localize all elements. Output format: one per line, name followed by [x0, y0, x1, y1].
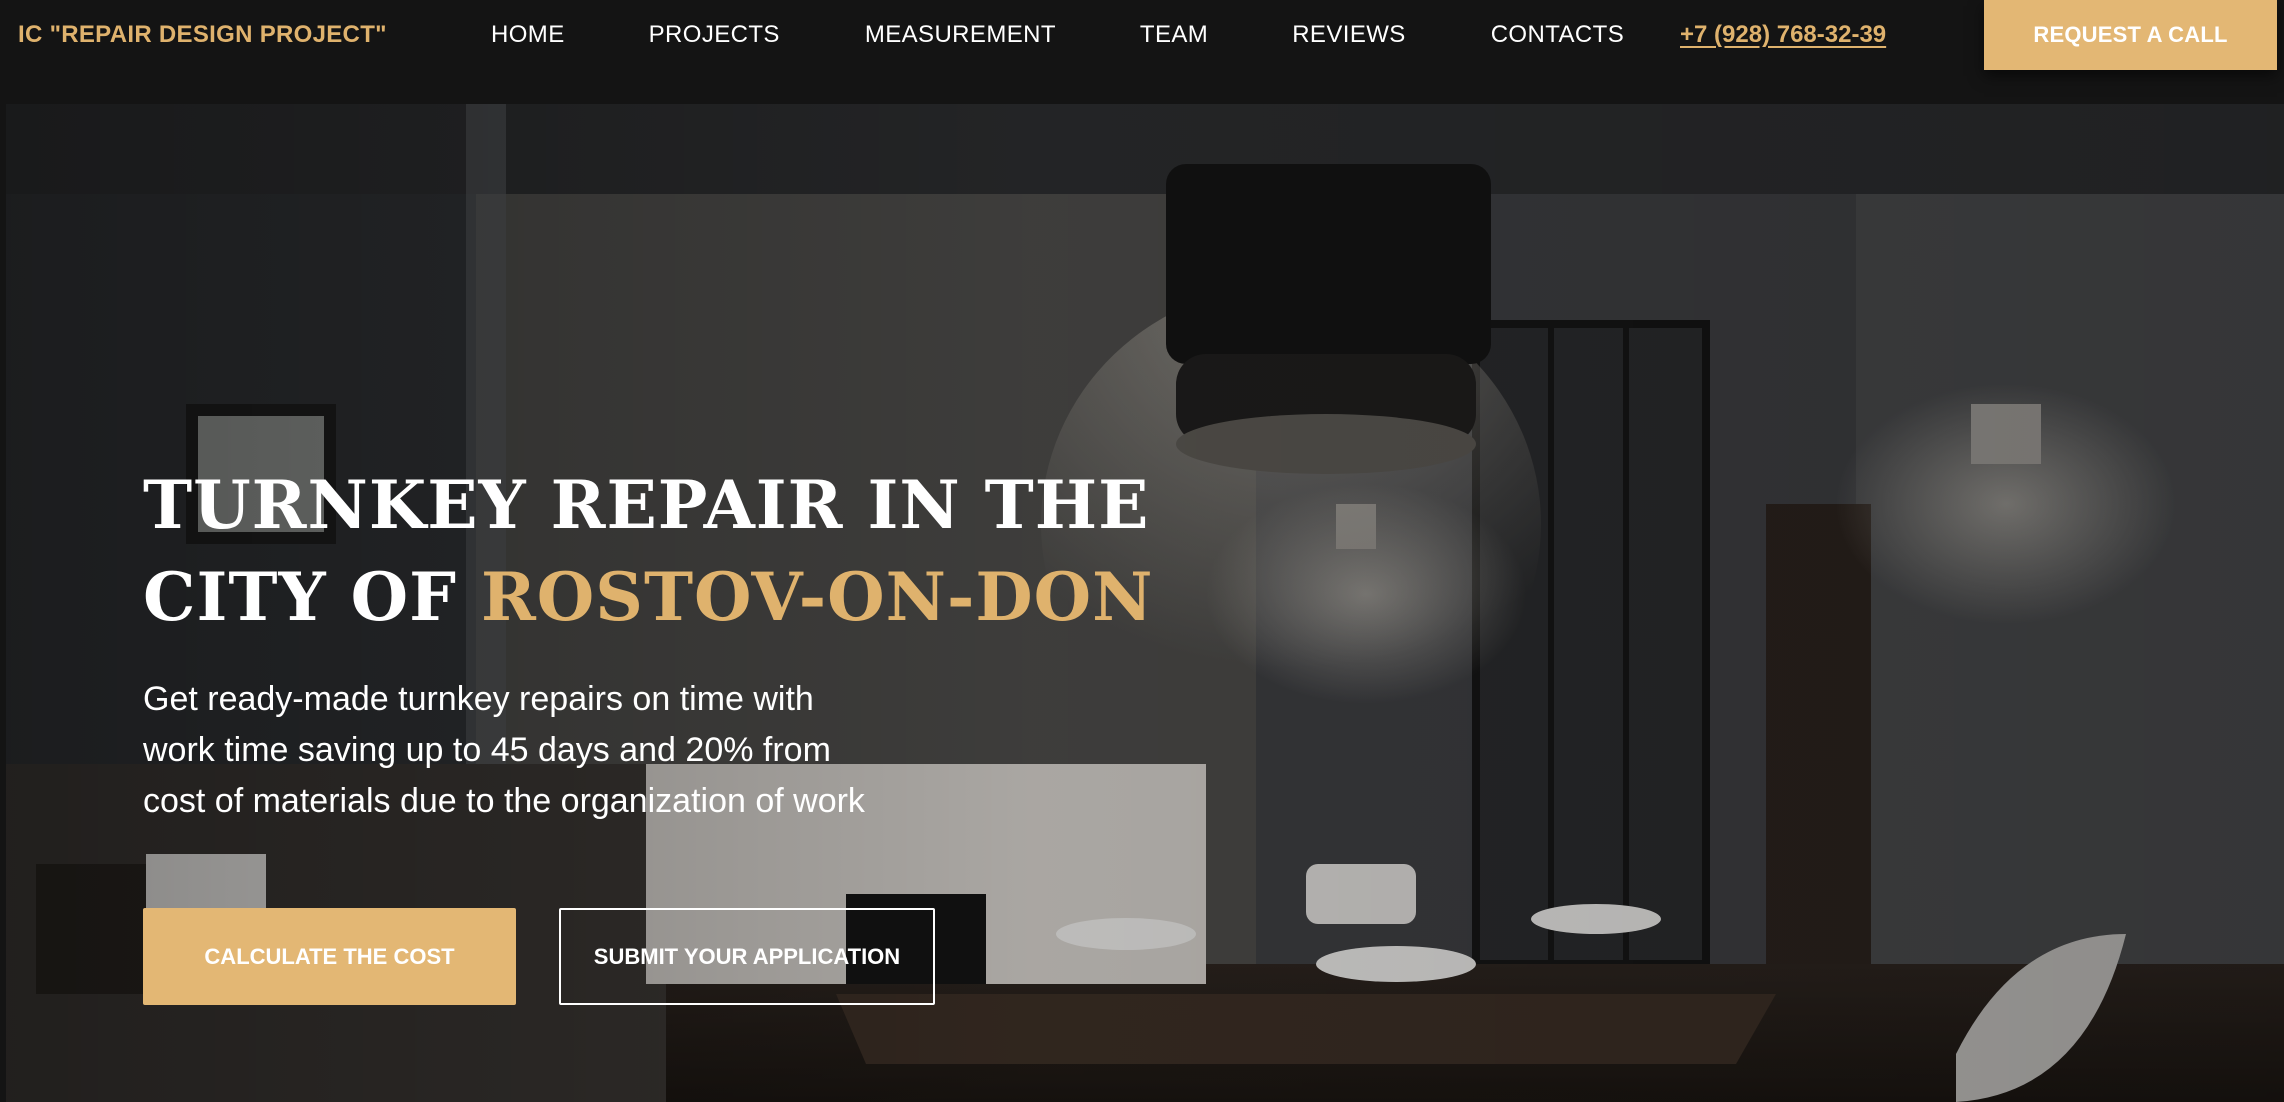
- main-nav: HOME PROJECTS MEASUREMENT TEAM REVIEWS C…: [491, 0, 1624, 70]
- hero-subtitle: Get ready-made turnkey repairs on time w…: [143, 674, 943, 827]
- request-call-button[interactable]: REQUEST A CALL: [1984, 0, 2277, 70]
- hero-title-line2-prefix: CITY OF: [143, 558, 481, 636]
- hero-section: TURNKEY REPAIR IN THE CITY OF ROSTOV-ON-…: [6, 104, 2284, 1102]
- nav-team[interactable]: TEAM: [1140, 21, 1208, 49]
- site-header: IC "REPAIR DESIGN PROJECT" HOME PROJECTS…: [0, 0, 2284, 104]
- hero-title: TURNKEY REPAIR IN THE CITY OF ROSTOV-ON-…: [143, 459, 1153, 643]
- nav-projects[interactable]: PROJECTS: [649, 21, 780, 49]
- phone-link[interactable]: +7 (928) 768-32-39: [1680, 21, 1886, 49]
- hero-subtitle-line: work time saving up to 45 days and 20% f…: [143, 731, 831, 769]
- nav-home[interactable]: HOME: [491, 21, 565, 49]
- submit-application-button[interactable]: SUBMIT YOUR APPLICATION: [559, 908, 935, 1005]
- hero-subtitle-line: cost of materials due to the organizatio…: [143, 782, 865, 820]
- nav-reviews[interactable]: REVIEWS: [1292, 21, 1405, 49]
- hero-title-city: ROSTOV-ON-DON: [480, 558, 1154, 636]
- nav-measurement[interactable]: MEASUREMENT: [865, 21, 1056, 49]
- hero-title-line1: TURNKEY REPAIR IN THE: [143, 466, 1150, 544]
- nav-contacts[interactable]: CONTACTS: [1491, 21, 1624, 49]
- site-logo[interactable]: IC "REPAIR DESIGN PROJECT": [18, 21, 387, 49]
- hero-subtitle-line: Get ready-made turnkey repairs on time w…: [143, 680, 814, 718]
- calculate-cost-button[interactable]: CALCULATE THE COST: [143, 908, 516, 1005]
